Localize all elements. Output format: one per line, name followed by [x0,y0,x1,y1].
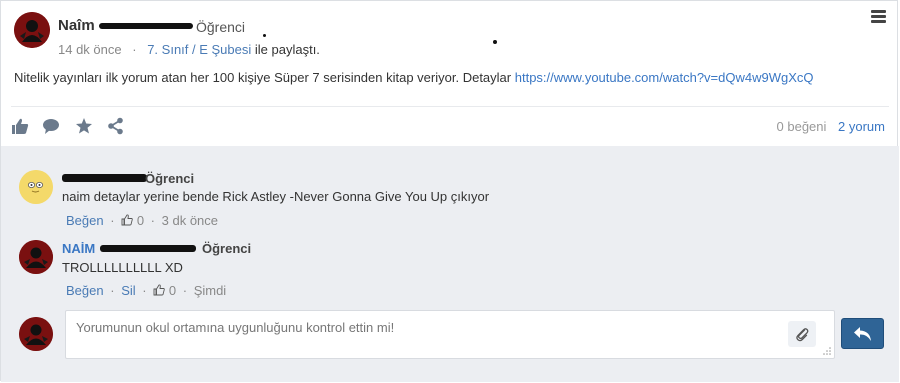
post-body-link[interactable]: https://www.youtube.com/watch?v=dQw4w9Wg… [515,70,814,85]
comment-time: 3 dk önce [161,213,219,228]
class-link[interactable]: 7. Sınıf / E Şubesi [147,42,251,57]
resize-grip-icon[interactable] [823,347,831,355]
post-card: Naîm Öğrenci 14 dk önce · 7. Sınıf / E Ş… [0,0,899,382]
comment-avatar[interactable] [19,240,53,274]
comment-like-link[interactable]: Beğen [66,213,104,228]
comment-avatar[interactable] [19,170,53,204]
shared-text: ile paylaştı. [254,42,320,57]
current-user-avatar[interactable] [19,317,53,351]
comment-actions: Beğen · Sil · 0 · Şimdi [66,283,227,298]
share-icon[interactable] [107,117,125,135]
post-body-text: Nitelik yayınları ilk yorum atan her 100… [14,70,512,85]
paperclip-icon [796,328,809,342]
thumb-up-icon [153,284,165,296]
reply-box [65,310,835,359]
comment-delete-link[interactable]: Sil [121,283,135,298]
post-header: Naîm Öğrenci 14 dk önce · 7. Sınıf / E Ş… [1,1,899,146]
reply-arrow-icon [854,327,871,341]
author-name[interactable]: Naîm [58,17,95,34]
comment-actions: Beğen · 0 · 3 dk önce [66,213,219,228]
post-time: 14 dk önce [58,42,122,57]
thumb-up-icon [121,214,133,226]
comment-author-role: Öğrenci [145,171,195,186]
star-icon[interactable] [75,117,93,135]
comment-time: Şimdi [193,283,227,298]
comment-like-count: 0 [168,283,177,298]
comments-section: Öğrenci naim detaylar yerine bende Rick … [1,146,899,382]
like-icon[interactable] [11,117,29,135]
comment-icon[interactable] [42,117,60,135]
menu-icon[interactable] [871,10,886,23]
comment-text: naim detaylar yerine bende Rick Astley -… [62,189,490,204]
comment-like-link[interactable]: Beğen [66,283,104,298]
author-role: Öğrenci [196,19,246,35]
redacted-comment-surname [100,245,196,252]
comments-count[interactable]: 2 yorum [838,119,885,134]
stray-dot [493,40,497,44]
redacted-comment-author [62,174,147,182]
divider [11,106,889,107]
comment-like-count: 0 [136,213,145,228]
comment-author-role: Öğrenci [202,241,252,256]
comment-author-name[interactable]: NAİM [62,241,95,256]
send-reply-button[interactable] [841,318,884,349]
reply-input[interactable] [76,320,776,335]
post-body: Nitelik yayınları ilk yorum atan her 100… [14,70,814,85]
meta-separator: · [132,42,137,57]
attach-button[interactable] [788,321,816,347]
author-avatar[interactable] [14,12,50,48]
comment-text: TROLLLLLLLLLL XD [62,260,183,275]
post-meta: 14 dk önce · 7. Sınıf / E Şubesi ile pay… [58,42,320,57]
stray-dot [263,34,266,37]
post-counts: 0 beğeni 2 yorum [777,119,885,134]
redacted-surname [99,23,193,29]
likes-count[interactable]: 0 beğeni [777,119,827,134]
